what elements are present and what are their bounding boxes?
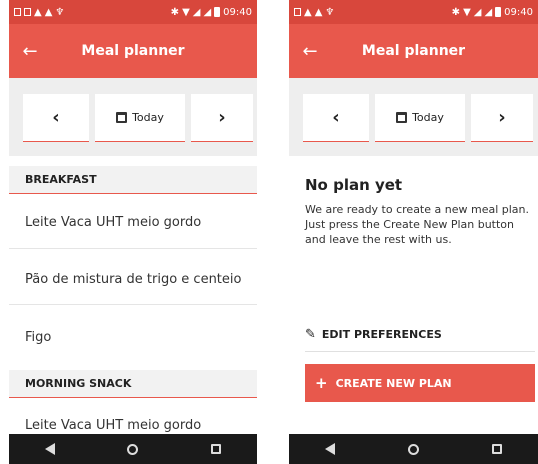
nav-recents-icon[interactable] (210, 444, 221, 454)
bluetooth-icon: ✱ (451, 6, 461, 18)
edit-preferences-label: EDIT PREFERENCES (321, 328, 442, 341)
create-new-plan-label: CREATE NEW PLAN (335, 376, 452, 390)
date-navigation: ‹ Today › (289, 78, 538, 156)
notification-icon (294, 8, 301, 16)
chevron-right-icon: › (498, 107, 506, 128)
food-item[interactable]: Leite Vaca UHT meio gordo (25, 415, 257, 435)
notification-icon (14, 8, 21, 16)
notification-icon (24, 8, 31, 16)
app-title: Meal planner (81, 43, 185, 59)
app-bar: ← Meal planner (9, 24, 257, 78)
today-label: Today (132, 111, 164, 124)
next-day-button[interactable]: › (471, 94, 533, 142)
chevron-right-icon: › (218, 107, 226, 128)
nav-recents-icon[interactable] (491, 444, 502, 454)
warning-icon: ▲ (314, 6, 323, 18)
calendar-icon (396, 112, 408, 123)
back-arrow-icon[interactable]: ← (295, 36, 325, 66)
signal-icon: ◢ (484, 6, 493, 18)
usb-icon: ♆ (55, 6, 65, 18)
today-label: Today (412, 111, 444, 124)
edit-preferences-button[interactable]: ✎ EDIT PREFERENCES (305, 318, 535, 352)
system-nav-bar (289, 434, 538, 464)
empty-state-text: We are ready to create a new meal plan. … (305, 203, 530, 246)
app-title: Meal planner (361, 43, 466, 59)
previous-day-button[interactable]: ‹ (23, 94, 89, 142)
usb-icon: ♆ (325, 6, 335, 18)
food-item[interactable]: Figo (25, 327, 257, 347)
status-bar: ▲ ▲ ♆ ✱ ▼ ◢ ◢ 09:40 (9, 0, 257, 24)
battery-icon (214, 7, 221, 17)
nav-back-icon[interactable] (45, 443, 56, 455)
phone-screen-no-plan: ▲ ▲ ♆ ✱ ▼ ◢ ◢ 09:40 ← Meal planner ‹ Tod… (289, 0, 538, 464)
wifi-icon: ▼ (463, 6, 471, 18)
battery-icon (495, 7, 502, 17)
section-header-breakfast: BREAKFAST (9, 166, 257, 194)
chevron-left-icon: ‹ (52, 107, 60, 128)
calendar-icon (116, 112, 128, 123)
warning-icon: ▲ (304, 6, 312, 18)
app-bar: ← Meal planner (289, 24, 538, 78)
plus-icon: + (315, 374, 328, 392)
signal-icon: ◢ (203, 6, 212, 18)
system-nav-bar (9, 434, 257, 464)
signal-icon: ◢ (192, 6, 201, 18)
warning-icon: ▲ (44, 6, 53, 18)
back-arrow-icon[interactable]: ← (15, 36, 45, 66)
nav-home-icon[interactable] (127, 443, 139, 455)
next-day-button[interactable]: › (191, 94, 253, 142)
warning-icon: ▲ (34, 6, 42, 18)
create-new-plan-button[interactable]: + CREATE NEW PLAN (305, 364, 535, 402)
wifi-icon: ▼ (182, 6, 190, 18)
today-button[interactable]: Today (95, 94, 185, 142)
nav-home-icon[interactable] (407, 443, 419, 455)
phone-screen-meal-plan: ▲ ▲ ♆ ✱ ▼ ◢ ◢ 09:40 ← Meal planner ‹ Tod… (9, 0, 257, 464)
today-button[interactable]: Today (375, 94, 465, 142)
status-time: 09:40 (504, 6, 533, 18)
empty-state-title: No plan yet (305, 176, 403, 194)
status-time: 09:40 (223, 6, 252, 18)
food-item[interactable]: Pão de mistura de trigo e centeio (25, 269, 257, 289)
nav-back-icon[interactable] (325, 443, 336, 455)
pencil-icon: ✎ (305, 327, 316, 342)
status-bar: ▲ ▲ ♆ ✱ ▼ ◢ ◢ 09:40 (289, 0, 538, 24)
food-item[interactable]: Leite Vaca UHT meio gordo (25, 212, 257, 232)
previous-day-button[interactable]: ‹ (303, 94, 369, 142)
section-header-morning-snack: MORNING SNACK (9, 370, 257, 398)
date-navigation: ‹ Today › (9, 78, 257, 156)
chevron-left-icon: ‹ (332, 107, 340, 128)
bluetooth-icon: ✱ (170, 6, 180, 18)
signal-icon: ◢ (473, 6, 482, 18)
